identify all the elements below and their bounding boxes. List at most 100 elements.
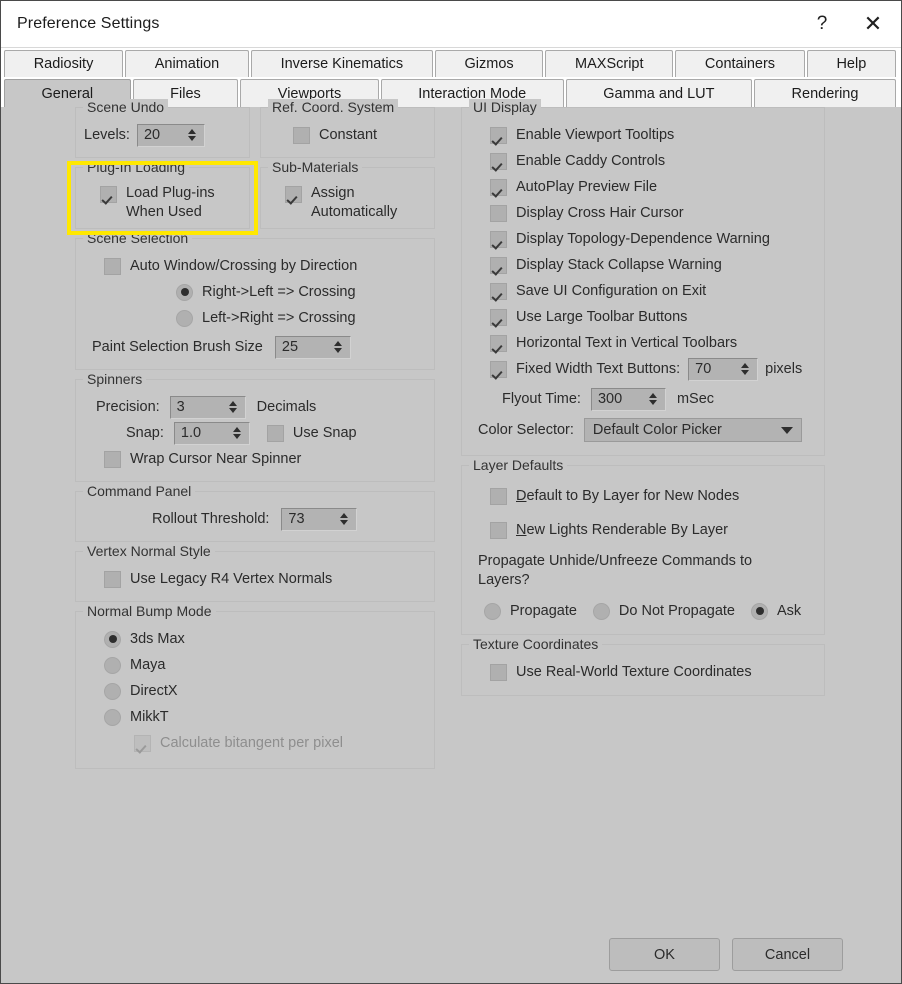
bump-option-3dsmax[interactable]: 3ds Max: [84, 626, 426, 652]
radio-right-left-row[interactable]: Right->Left => Crossing: [84, 279, 426, 305]
ui-display-checkbox-5[interactable]: [490, 256, 507, 274]
propagate-label: Propagate: [510, 603, 577, 619]
spinner-arrows-icon[interactable]: [224, 397, 245, 418]
chevron-down-icon[interactable]: [780, 426, 793, 434]
spinner-arrows-icon[interactable]: [736, 359, 757, 380]
ui-display-row-4[interactable]: Display Topology-Dependence Warning: [470, 226, 816, 252]
tab-maxscript[interactable]: MAXScript: [545, 50, 674, 77]
propagate-radio[interactable]: [484, 602, 501, 620]
assign-automatically-row[interactable]: Assign Automatically: [269, 182, 426, 222]
auto-window-crossing-row[interactable]: Auto Window/Crossing by Direction: [84, 253, 426, 279]
load-plugins-label: Load Plug-ins When Used: [126, 185, 215, 220]
snap-spinner[interactable]: 1.0: [173, 421, 250, 445]
ok-button[interactable]: OK: [609, 938, 720, 971]
rollout-threshold-spinner[interactable]: 73: [281, 507, 358, 531]
fixed-width-label: Fixed Width Text Buttons:: [516, 361, 681, 377]
bump-label-maya: Maya: [130, 657, 166, 673]
ui-display-row-2[interactable]: AutoPlay Preview File: [470, 174, 816, 200]
group-ref-coord-system: Ref. Coord. System Constant: [260, 99, 435, 158]
settings-content: Scene Undo Levels: 20 Ref. Coord. System…: [1, 99, 901, 983]
propagate-question-row: Propagate Unhide/Unfreeze Commands to La…: [470, 552, 816, 590]
bump-label-mikkt: MikkT: [130, 709, 169, 725]
spinner-arrows-icon[interactable]: [183, 125, 204, 146]
ui-display-checkbox-4[interactable]: [490, 230, 507, 248]
bitangent-checkbox: [134, 734, 151, 752]
bump-option-directx[interactable]: DirectX: [84, 678, 426, 704]
wrap-cursor-row[interactable]: Wrap Cursor Near Spinner: [84, 446, 426, 472]
new-lights-row[interactable]: New Lights Renderable By Layer: [470, 517, 816, 543]
color-selector-dropdown[interactable]: Default Color Picker: [583, 418, 802, 442]
brush-size-spinner[interactable]: 25: [274, 335, 351, 359]
ui-display-row-7[interactable]: Use Large Toolbar Buttons: [470, 304, 816, 330]
snap-row: Snap: 1.0 Use Snap: [84, 420, 426, 446]
default-bylayer-row[interactable]: Default to By Layer for New Nodes: [470, 483, 816, 509]
realworld-texture-checkbox[interactable]: [490, 663, 507, 681]
close-icon[interactable]: ✕: [845, 1, 901, 47]
spinner-arrows-icon[interactable]: [228, 423, 249, 444]
ui-display-checkbox-6[interactable]: [490, 282, 507, 300]
default-bylayer-checkbox[interactable]: [490, 487, 507, 505]
ui-display-checkbox-3[interactable]: [490, 204, 507, 222]
tab-radiosity[interactable]: Radiosity: [4, 50, 124, 77]
spinner-arrows-icon[interactable]: [329, 337, 350, 358]
left-right-label: Left->Right => Crossing: [202, 310, 356, 326]
radio-left-right-row[interactable]: Left->Right => Crossing: [84, 305, 426, 331]
tab-inverse-kinematics[interactable]: Inverse Kinematics: [250, 50, 433, 77]
bump-radio-maya[interactable]: [104, 656, 121, 674]
ui-display-checkbox-1[interactable]: [490, 152, 507, 170]
ui-display-row-6[interactable]: Save UI Configuration on Exit: [470, 278, 816, 304]
load-plugins-checkbox[interactable]: [100, 186, 117, 203]
bump-radio-directx[interactable]: [104, 682, 121, 700]
fixed-width-checkbox[interactable]: [490, 360, 507, 378]
snap-label: Snap:: [126, 425, 164, 441]
flyout-time-spinner[interactable]: 300: [590, 387, 666, 411]
assign-automatically-checkbox[interactable]: [285, 186, 302, 203]
rollout-threshold-value: 73: [288, 511, 305, 527]
realworld-texture-row[interactable]: Use Real-World Texture Coordinates: [470, 659, 816, 685]
undo-levels-spinner[interactable]: 20: [136, 123, 205, 147]
fixed-width-spinner[interactable]: 70: [688, 357, 759, 381]
precision-spinner[interactable]: 3: [169, 395, 246, 419]
wrap-cursor-checkbox[interactable]: [104, 450, 121, 468]
group-legend-plugin-loading: Plug-In Loading: [83, 159, 190, 175]
legacy-normals-checkbox[interactable]: [104, 570, 121, 588]
help-button[interactable]: ?: [799, 1, 845, 47]
bump-option-maya[interactable]: Maya: [84, 652, 426, 678]
ui-display-row-1[interactable]: Enable Caddy Controls: [470, 148, 816, 174]
group-legend-spinners: Spinners: [83, 371, 147, 387]
tab-animation[interactable]: Animation: [125, 50, 249, 77]
spinner-arrows-icon[interactable]: [335, 509, 356, 530]
bump-option-mikkt[interactable]: MikkT: [84, 704, 426, 730]
ui-display-row-0[interactable]: Enable Viewport Tooltips: [470, 122, 816, 148]
tab-help[interactable]: Help: [806, 50, 896, 77]
bump-radio-3dsmax[interactable]: [104, 630, 121, 648]
ui-display-row-8[interactable]: Horizontal Text in Vertical Toolbars: [470, 330, 816, 356]
ui-display-checkbox-8[interactable]: [490, 334, 507, 352]
new-lights-checkbox[interactable]: [490, 521, 507, 539]
color-selector-label: Color Selector:: [478, 422, 574, 438]
left-right-radio[interactable]: [176, 309, 193, 327]
ui-display-checkbox-7[interactable]: [490, 308, 507, 326]
tab-gamma-and-lut[interactable]: Gamma and LUT: [565, 79, 753, 107]
cancel-button[interactable]: Cancel: [732, 938, 843, 971]
right-left-radio[interactable]: [176, 283, 193, 301]
tab-containers[interactable]: Containers: [675, 50, 805, 77]
legacy-normals-row[interactable]: Use Legacy R4 Vertex Normals: [84, 566, 426, 592]
do-not-propagate-radio[interactable]: [592, 602, 610, 620]
tab-rendering[interactable]: Rendering: [754, 79, 896, 107]
use-snap-checkbox[interactable]: [266, 424, 284, 442]
ui-display-row-5[interactable]: Display Stack Collapse Warning: [470, 252, 816, 278]
bump-radio-mikkt[interactable]: [104, 708, 121, 726]
ui-display-row-3[interactable]: Display Cross Hair Cursor: [470, 200, 816, 226]
ui-display-checkbox-0[interactable]: [490, 126, 507, 144]
propagate-question-label: Propagate Unhide/Unfreeze Commands to La…: [478, 553, 753, 588]
constant-row[interactable]: Constant: [269, 122, 426, 148]
load-plugins-row[interactable]: Load Plug-ins When Used: [84, 182, 241, 222]
ask-radio[interactable]: [751, 602, 768, 620]
tab-gizmos[interactable]: Gizmos: [434, 50, 544, 77]
constant-checkbox[interactable]: [293, 126, 310, 144]
assign-automatically-label: Assign Automatically: [311, 185, 398, 220]
spinner-arrows-icon[interactable]: [644, 389, 665, 410]
auto-window-crossing-checkbox[interactable]: [104, 257, 121, 275]
ui-display-checkbox-2[interactable]: [490, 178, 507, 196]
